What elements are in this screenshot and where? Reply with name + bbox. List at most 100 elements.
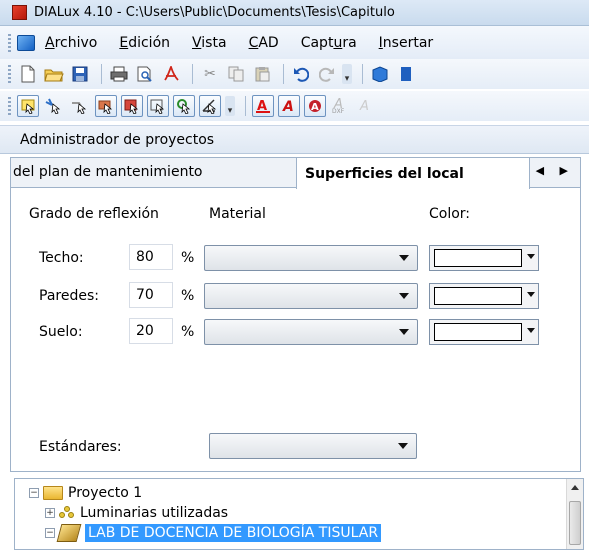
dxf-export-icon[interactable]: A DXF: [330, 95, 352, 117]
toolbar-separator: [192, 64, 193, 84]
dialux-app-icon: [12, 5, 27, 20]
pdf-export-icon[interactable]: [160, 63, 182, 85]
luminaires-label: Luminarias utilizadas: [80, 505, 229, 521]
undo-icon[interactable]: [290, 63, 312, 85]
chevron-down-icon: [527, 328, 535, 333]
toolbar-separator: [101, 64, 102, 84]
menu-vista[interactable]: Vista: [192, 35, 227, 51]
open-folder-icon[interactable]: [43, 63, 65, 85]
copy-icon[interactable]: [225, 63, 247, 85]
ceiling-material-select[interactable]: [204, 245, 418, 271]
tree-node-project[interactable]: − Proyecto 1: [29, 485, 142, 501]
toolbar-separator: [283, 64, 284, 84]
cube-view-icon[interactable]: [369, 63, 391, 85]
print-icon[interactable]: [108, 63, 130, 85]
svg-text:A: A: [311, 102, 319, 113]
standards-label: Estándares:: [39, 439, 122, 455]
menu-cad-accel: C: [248, 34, 259, 51]
tab-scroll-arrows-icon[interactable]: ◀ ▶: [536, 164, 574, 177]
menu-edicion-rest: dición: [128, 34, 171, 51]
luminaires-icon: [59, 506, 75, 520]
walls-percent: %: [181, 288, 195, 304]
cad-fill-icon[interactable]: A: [304, 95, 326, 117]
menu-cad[interactable]: CAD: [249, 35, 279, 51]
tree-scrollbar[interactable]: [566, 479, 583, 549]
dxf-import-icon[interactable]: A: [356, 95, 378, 117]
walls-color-picker[interactable]: [429, 283, 539, 309]
menu-archivo-rest: rchivo: [54, 34, 98, 51]
tab-room-surfaces[interactable]: Superficies del local: [296, 158, 530, 189]
walls-reflection-input[interactable]: 70: [129, 282, 173, 308]
paste-icon[interactable]: [251, 63, 273, 85]
select-texture-icon[interactable]: [121, 95, 143, 117]
cut-icon[interactable]: ✂: [199, 63, 221, 85]
select-calc-point-icon[interactable]: [173, 95, 195, 117]
standard-toolbar: ✂ ▾: [0, 59, 589, 89]
menu-archivo-accel: A: [45, 34, 55, 51]
collapse-icon[interactable]: −: [29, 488, 39, 498]
color-header: Color:: [429, 206, 471, 222]
toolbar-overflow-icon[interactable]: ▾: [225, 96, 235, 116]
toolbar-overflow-icon[interactable]: ▾: [342, 64, 352, 84]
toolbar-separator: [245, 96, 246, 116]
standards-select[interactable]: [209, 433, 417, 459]
dialux-cube-icon[interactable]: [17, 34, 35, 51]
collapse-icon[interactable]: −: [45, 528, 55, 538]
menu-vista-accel: V: [192, 34, 202, 51]
svg-text:A: A: [359, 99, 369, 114]
walls-material-select[interactable]: [204, 283, 418, 309]
chevron-down-icon: [398, 443, 408, 449]
menu-archivo[interactable]: Archivo: [45, 35, 97, 51]
select-luminaire-icon[interactable]: [43, 95, 65, 117]
menu-captura-pre: Capt: [300, 34, 334, 51]
toolbar-grip[interactable]: [8, 65, 11, 83]
menubar-grip[interactable]: [8, 33, 11, 52]
tree-node-room[interactable]: − LAB DE DOCENCIA DE BIOLOGÍA TISULAR: [45, 524, 382, 542]
select-angle-icon[interactable]: [199, 95, 221, 117]
walls-label: Paredes:: [39, 288, 99, 304]
expand-icon[interactable]: +: [45, 508, 55, 518]
print-preview-icon[interactable]: [134, 63, 156, 85]
toolbar-grip[interactable]: [8, 97, 11, 115]
new-file-icon[interactable]: [17, 63, 39, 85]
svg-text:DXF: DXF: [332, 108, 345, 114]
select-calc-surface-icon[interactable]: [147, 95, 169, 117]
selection-toolbar: ▾ A A A A DXF A: [0, 91, 589, 121]
menu-captura[interactable]: Captura: [301, 35, 357, 51]
floor-color-picker[interactable]: [429, 319, 539, 345]
select-furniture-icon[interactable]: [95, 95, 117, 117]
tab-maintenance-plan[interactable]: del plan de mantenimiento: [11, 164, 203, 180]
cad-underline-icon[interactable]: A: [252, 95, 274, 117]
select-room-icon[interactable]: [17, 95, 39, 117]
menu-cad-rest: AD: [258, 34, 279, 51]
menu-edicion[interactable]: Edición: [119, 35, 170, 51]
project-tree: − Proyecto 1 + Luminarias utilizadas − L…: [14, 478, 584, 550]
select-object-icon[interactable]: [69, 95, 91, 117]
floor-percent: %: [181, 324, 195, 340]
chevron-down-icon: [399, 293, 409, 299]
project-manager-title: Administrador de proyectos: [20, 131, 215, 148]
project-label: Proyecto 1: [68, 485, 143, 501]
tree-node-luminaires[interactable]: + Luminarias utilizadas: [45, 505, 228, 521]
material-header: Material: [209, 206, 266, 222]
floor-material-select[interactable]: [204, 319, 418, 345]
menu-vista-rest: ista: [201, 34, 227, 51]
chevron-down-icon: [527, 254, 535, 259]
folder-icon: [43, 486, 63, 500]
scroll-up-icon[interactable]: [571, 485, 579, 490]
svg-text:A: A: [282, 99, 294, 114]
scrollbar-thumb[interactable]: [569, 501, 581, 545]
chevron-down-icon: [399, 255, 409, 261]
menu-insertar[interactable]: Insertar: [379, 35, 434, 51]
tab-strip: del plan de mantenimiento Superficies de…: [11, 158, 580, 189]
blue-panel-icon[interactable]: [395, 63, 417, 85]
room-label: LAB DE DOCENCIA DE BIOLOGÍA TISULAR: [85, 524, 382, 542]
ceiling-reflection-input[interactable]: 80: [129, 244, 173, 270]
floor-reflection-input[interactable]: 20: [129, 318, 173, 344]
menu-edicion-accel: E: [119, 34, 129, 51]
ceiling-color-swatch: [434, 249, 522, 267]
save-icon[interactable]: [69, 63, 91, 85]
cad-text-icon[interactable]: A: [278, 95, 300, 117]
redo-icon[interactable]: [316, 63, 338, 85]
ceiling-color-picker[interactable]: [429, 245, 539, 271]
